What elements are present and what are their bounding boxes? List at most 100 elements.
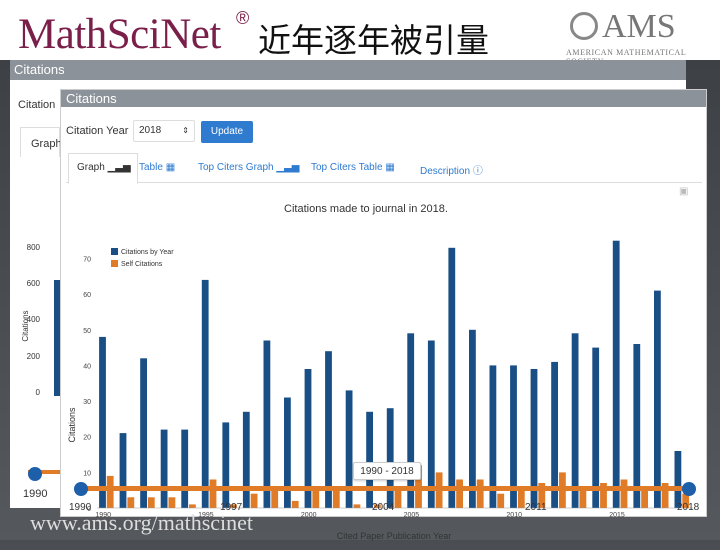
slide: MathSciNet ® 近年逐年被引量 AMS AMERICAN MATHEM… [0,0,720,541]
range-start-handle[interactable] [74,482,88,496]
info-icon: ⓘ [472,166,483,177]
x-tick-label: 2015 [609,512,625,519]
table-icon: ▦ [165,162,176,173]
citation-bar[interactable] [119,433,127,508]
citation-bar[interactable] [201,279,209,508]
slide-title: 近年逐年被引量 [258,21,489,60]
citation-bar[interactable] [99,336,106,508]
citation-bar[interactable] [469,329,476,508]
legend-swatch [111,248,118,255]
update-button[interactable]: Update [201,121,253,143]
back-y-label: Citations [21,310,30,341]
tab-table-label: Table [139,162,163,173]
self-citation-bar[interactable] [209,479,217,509]
citation-bar[interactable] [325,351,332,508]
citation-bar[interactable] [386,408,394,508]
tab-top-citers-table-label: Top Citers Table [311,162,383,173]
citation-bar[interactable] [633,344,641,508]
background-window-titlebar: Citations [10,60,686,80]
background-slider-handle[interactable] [28,467,42,481]
tab-graph-label: Graph [77,162,105,173]
back-y-tick: 800 [27,243,41,252]
background-heading: Citation [18,99,56,111]
tab-top-citers-graph-label: Top Citers Graph [198,162,274,173]
tab-description-label: Description [420,166,471,177]
range-tick-label: 2018 [677,502,700,513]
legend-label: Citations by Year [121,249,174,256]
chart-title: Citations made to journal in 2018. [284,203,448,215]
self-citation-bar[interactable] [353,504,361,508]
citation-bar[interactable] [571,333,579,508]
citation-year-label: Citation Year [66,125,129,137]
bar-chart-icon: ▁▃▅ [107,162,131,173]
self-citation-bar[interactable] [620,479,628,509]
range-tick-label: 2004 [372,502,395,513]
tab-top-citers-table[interactable]: Top Citers Table ▦ [311,162,395,173]
y-axis-label: Citations [67,407,77,443]
self-citation-bar[interactable] [147,497,155,508]
tab-top-citers-graph[interactable]: Top Citers Graph ▁▃▅ [198,162,299,173]
ams-logo: AMS [602,8,676,45]
citation-year-select[interactable]: 2018 ⇕ [133,120,195,142]
citation-bar[interactable] [242,411,250,508]
back-y-tick: 0 [36,388,41,397]
range-tick-label: 2011 [525,502,547,513]
select-caret-icon: ⇕ [182,126,189,135]
citation-bar[interactable] [654,290,661,508]
background-tab-graph[interactable]: Graph [20,127,62,157]
citation-bar[interactable] [448,247,456,509]
tab-description[interactable]: Description ⓘ [420,162,483,177]
background-y-axis: 800 600 400 200 0 Citations [21,243,60,397]
registered-mark: ® [236,8,250,28]
citation-bar[interactable] [366,411,373,508]
self-citation-bar[interactable] [517,490,525,508]
background-slider-label: 1990 [23,488,48,500]
self-citation-bar[interactable] [497,493,505,508]
x-tick-label: 2000 [301,512,317,519]
citation-bar[interactable] [674,451,682,508]
range-readout: 1990 - 2018 [353,462,421,480]
citation-bar[interactable] [160,429,168,508]
self-citation-bar[interactable] [312,490,320,508]
citation-year-value: 2018 [139,125,162,136]
citations-window: Citations Citation Year 2018 ⇕ Update Gr… [60,89,707,541]
y-tick-label: 30 [83,399,91,406]
tab-table[interactable]: Table ▦ [139,162,175,173]
legend-swatch [111,260,118,267]
year-range-slider-track[interactable] [81,486,689,491]
header-banner: MathSciNet ® 近年逐年被引量 AMS AMERICAN MATHEM… [0,0,720,66]
self-citation-bar[interactable] [189,504,196,508]
x-tick-label: 2005 [404,512,420,519]
citation-bar[interactable] [612,240,620,508]
self-citation-bar[interactable] [476,479,484,509]
citation-bar[interactable] [592,347,600,508]
tab-graph[interactable]: Graph ▁▃▅ [77,162,131,173]
y-tick-label: 50 [83,328,91,335]
mathscinet-logo: MathSciNet [18,11,221,58]
self-citation-bar[interactable] [291,500,299,508]
ams-seal-icon [570,12,598,40]
back-y-tick: 200 [27,352,41,361]
y-tick-label: 70 [83,256,91,263]
citation-bar[interactable] [263,340,271,509]
self-citation-bar[interactable] [106,475,114,508]
self-citation-bar[interactable] [168,497,176,508]
range-end-handle[interactable] [682,482,696,496]
citation-bar[interactable] [284,397,291,509]
y-tick-label: 10 [83,470,91,477]
tab-bar: Graph ▁▃▅ Table ▦ Top Citers Graph ▁▃▅ T… [66,153,702,184]
y-tick-label: 20 [83,435,91,442]
citations-bar-chart: Citations made to journal in 2018. Citat… [67,203,693,541]
citation-bar[interactable] [222,422,230,508]
footer-url: www.ams.org/mathscinet [30,510,254,535]
y-tick-label: 40 [83,363,91,370]
citation-bar[interactable] [407,333,415,508]
self-citation-bar[interactable] [641,490,648,508]
window-titlebar: Citations [61,90,706,107]
self-citation-bar[interactable] [250,493,258,508]
self-citation-bar[interactable] [127,497,135,508]
citation-bar[interactable] [181,429,189,508]
citation-bar[interactable] [427,340,435,509]
legend-label: Self Citations [121,261,163,268]
self-citation-bar[interactable] [456,479,463,509]
